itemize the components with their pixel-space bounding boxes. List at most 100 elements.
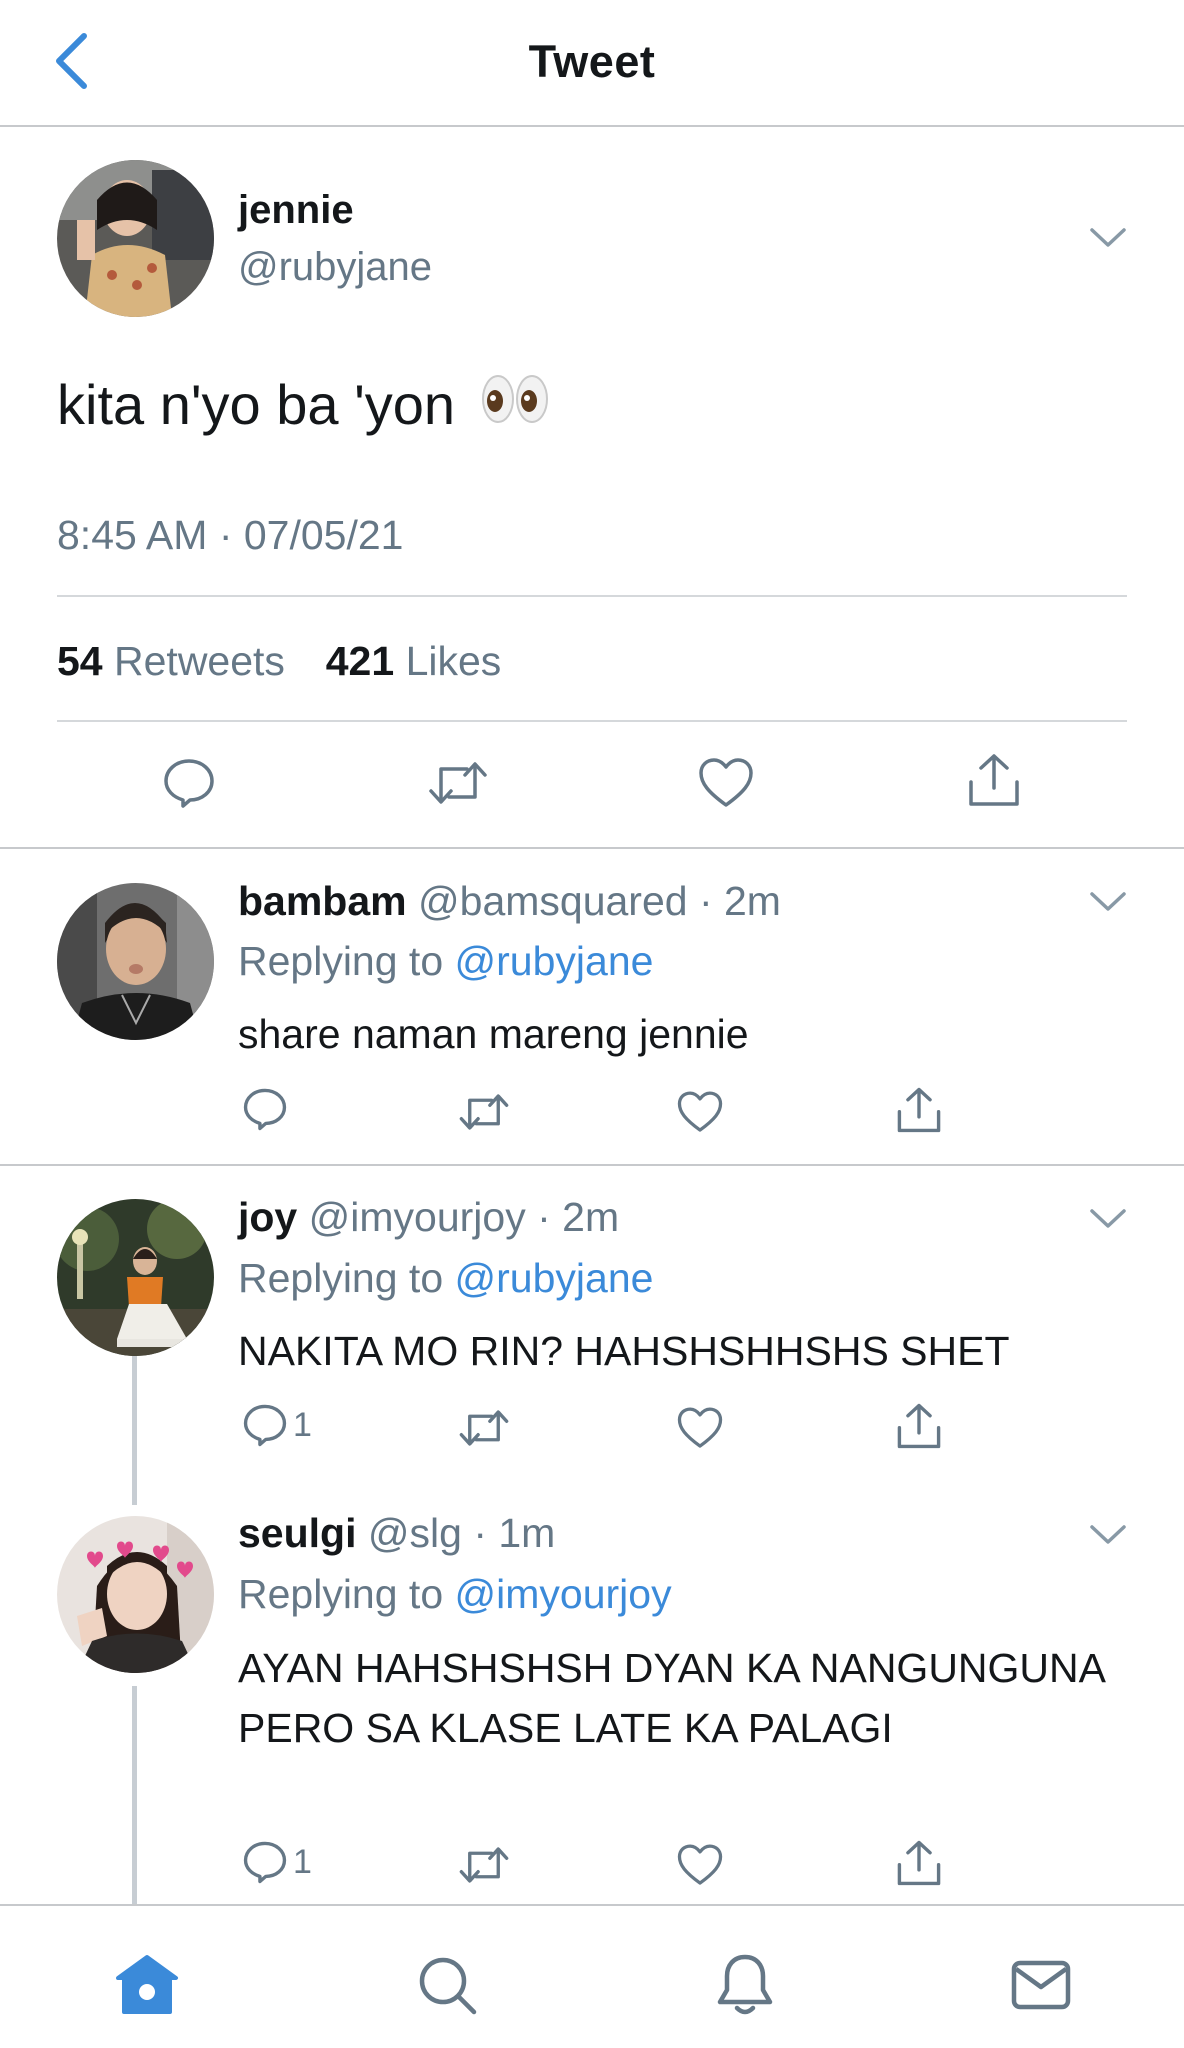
thread-connector	[132, 1686, 137, 1904]
retweet-icon	[459, 1847, 509, 1883]
mail-icon	[1011, 1960, 1071, 2010]
dot-separator: ·	[461, 1510, 499, 1556]
tweet-text: kita n'yo ba 'yon	[57, 372, 549, 438]
retweet-button[interactable]	[458, 1843, 510, 1887]
likes-count: 421	[325, 638, 395, 684]
reply-author-handle[interactable]: @slg	[368, 1510, 462, 1556]
reply-author-name[interactable]: seulgi	[238, 1510, 356, 1556]
reply-header: seulgi @slg · 1m	[238, 1510, 555, 1557]
replying-to-link[interactable]: @rubyjane	[455, 938, 654, 984]
divider	[57, 720, 1127, 722]
retweet-button[interactable]	[458, 1090, 510, 1134]
heart-icon	[677, 1407, 723, 1448]
reply-button[interactable]	[163, 757, 215, 809]
avatar[interactable]	[57, 883, 214, 1040]
likes-label: Likes	[405, 638, 502, 684]
retweets-stat[interactable]: 54 Retweets	[57, 638, 285, 684]
reply-button[interactable]: 1	[243, 1403, 312, 1447]
search-icon	[419, 1957, 477, 2015]
author-handle[interactable]: @rubyjane	[238, 245, 432, 290]
reply-text: AYAN HAHSHSHSH DYAN KA NANGUNGUNA PERO S…	[238, 1645, 1104, 1751]
home-icon	[116, 1955, 178, 2014]
reply-button[interactable]	[243, 1087, 287, 1131]
reply-button[interactable]: 1	[243, 1840, 312, 1884]
retweet-icon	[459, 1410, 509, 1446]
avatar[interactable]	[57, 1516, 214, 1673]
tab-notifications[interactable]	[710, 1950, 780, 2020]
reply-icon	[243, 1841, 287, 1884]
replying-to: Replying to @rubyjane	[238, 938, 653, 985]
heart-icon	[699, 758, 753, 807]
retweet-icon	[459, 1094, 509, 1130]
tweet-stats: 54 Retweets 421 Likes	[57, 638, 501, 685]
bottom-tab-bar	[0, 1904, 1184, 2048]
replying-to-link[interactable]: @rubyjane	[455, 1255, 654, 1301]
share-button[interactable]	[896, 1086, 942, 1134]
tweet-timestamp: 8:45 AM · 07/05/21	[57, 512, 404, 558]
dot-separator: ·	[687, 878, 724, 924]
reply-author-handle[interactable]: @bamsquared	[418, 878, 688, 924]
tab-messages[interactable]	[1006, 1950, 1076, 2020]
share-icon	[969, 754, 1019, 806]
reply-time: 2m	[562, 1194, 620, 1240]
share-button[interactable]	[896, 1402, 942, 1450]
share-icon	[897, 1403, 941, 1449]
share-button[interactable]	[967, 752, 1021, 808]
author-name[interactable]: jennie	[238, 188, 354, 233]
likes-stat[interactable]: 421 Likes	[326, 638, 502, 684]
divider	[0, 847, 1184, 849]
tweet-text-content: kita n'yo ba 'yon	[57, 373, 456, 436]
chevron-down-icon[interactable]	[1088, 1521, 1128, 1549]
reply-author-handle[interactable]: @imyourjoy	[309, 1194, 526, 1240]
replying-to-label: Replying to	[238, 1255, 444, 1301]
like-button[interactable]	[677, 1090, 723, 1134]
tweet-detail-screen: Tweet jennie @rubyjane kita n'yo ba 'yon	[0, 0, 1184, 2048]
page-title: Tweet	[528, 36, 656, 87]
dot-separator: ·	[525, 1194, 563, 1240]
heart-icon	[677, 1091, 723, 1132]
like-button[interactable]	[677, 1406, 723, 1450]
avatar[interactable]	[57, 160, 214, 317]
replying-to: Replying to @rubyjane	[238, 1255, 653, 1302]
reply-time: 2m	[724, 878, 781, 924]
heart-icon	[677, 1844, 723, 1885]
share-icon	[897, 1840, 941, 1886]
chevron-down-icon[interactable]	[1088, 888, 1128, 916]
eyes-emoji-icon	[481, 373, 549, 438]
thread-connector	[132, 1355, 137, 1505]
replying-to-label: Replying to	[238, 1571, 444, 1617]
bell-icon	[717, 1954, 773, 2015]
reply-count: 1	[293, 1405, 312, 1444]
reply-text: NAKITA MO RIN? HAHSHSHHSHS SHET	[238, 1328, 1010, 1374]
reply-author-name[interactable]: bambam	[238, 878, 407, 924]
tab-home[interactable]	[112, 1950, 182, 2020]
divider	[57, 595, 1127, 597]
share-button[interactable]	[896, 1839, 942, 1887]
reply-icon	[243, 1088, 287, 1131]
reply-text: share naman mareng jennie	[238, 1011, 749, 1057]
reply-count: 1	[293, 1842, 312, 1881]
like-button[interactable]	[698, 757, 754, 809]
avatar[interactable]	[57, 1199, 214, 1356]
replying-to-link[interactable]: @imyourjoy	[455, 1571, 672, 1617]
share-icon	[897, 1087, 941, 1133]
retweet-button[interactable]	[427, 757, 489, 809]
like-button[interactable]	[677, 1843, 723, 1887]
tab-search[interactable]	[412, 1950, 482, 2020]
reply-icon	[164, 759, 214, 808]
retweets-label: Retweets	[114, 638, 285, 684]
reply-time: 1m	[498, 1510, 556, 1556]
top-nav-bar: Tweet	[0, 0, 1184, 127]
replying-to-label: Replying to	[238, 938, 444, 984]
retweet-button[interactable]	[458, 1406, 510, 1450]
chevron-down-icon[interactable]	[1088, 224, 1128, 252]
retweet-icon	[429, 762, 487, 804]
reply-header: bambam @bamsquared · 2m	[238, 878, 781, 925]
chevron-down-icon[interactable]	[1088, 1205, 1128, 1233]
replying-to: Replying to @imyourjoy	[238, 1571, 672, 1618]
retweets-count: 54	[57, 638, 103, 684]
reply-author-name[interactable]: joy	[238, 1194, 297, 1240]
reply-header: joy @imyourjoy · 2m	[238, 1194, 619, 1241]
divider	[0, 1164, 1184, 1166]
reply-icon	[243, 1404, 287, 1447]
